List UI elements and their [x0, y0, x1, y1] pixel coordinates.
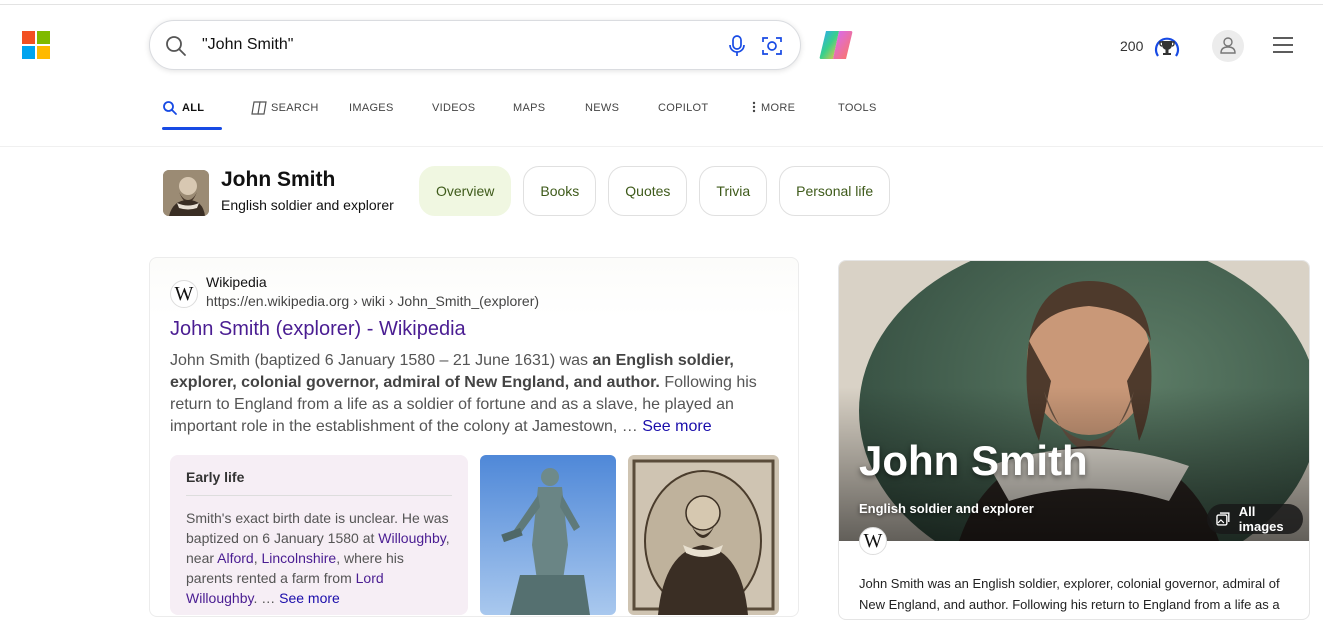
- source-url[interactable]: https://en.wikipedia.org › wiki › John_S…: [206, 293, 539, 309]
- see-more-link[interactable]: See more: [642, 418, 711, 435]
- knowledge-panel-description: English soldier and explorer: [859, 501, 1034, 516]
- tab-copilot[interactable]: COPILOT: [658, 94, 728, 130]
- entity-name: John Smith: [221, 168, 336, 191]
- early-life-text: Smith's exact birth date is unclear. He …: [186, 508, 452, 608]
- engraving-portrait-image[interactable]: [628, 455, 779, 615]
- early-life-segment: ,: [253, 550, 262, 566]
- tab-label: NEWS: [585, 102, 620, 114]
- pill-quotes[interactable]: Quotes: [608, 166, 688, 216]
- hamburger-menu-icon[interactable]: [1272, 36, 1294, 54]
- more-vertical-icon: [752, 101, 756, 113]
- knowledge-panel: John Smith English soldier and explorer …: [838, 260, 1310, 620]
- tab-maps[interactable]: MAPS: [513, 94, 562, 130]
- entity-thumbnail[interactable]: [163, 170, 209, 216]
- all-images-button[interactable]: All images: [1207, 504, 1303, 534]
- tab-more[interactable]: MORE: [751, 94, 815, 130]
- microsoft-logo-icon[interactable]: [22, 31, 50, 59]
- images-icon: [1216, 512, 1230, 526]
- tab-news[interactable]: NEWS: [585, 94, 635, 130]
- search-icon: [163, 101, 177, 115]
- nav-divider: [0, 146, 1323, 147]
- tab-search[interactable]: SEARCH: [251, 94, 328, 130]
- visual-search-icon[interactable]: [760, 34, 784, 58]
- tab-label: SEARCH: [271, 102, 319, 114]
- result-title-link[interactable]: John Smith (explorer) - Wikipedia: [170, 318, 466, 341]
- wikipedia-result-card: W Wikipedia https://en.wikipedia.org › w…: [149, 257, 799, 617]
- lincolnshire-link[interactable]: Lincolnshire: [262, 550, 337, 566]
- early-life-title: Early life: [186, 469, 452, 496]
- result-snippet: John Smith (baptized 6 January 1580 – 21…: [170, 350, 770, 438]
- tab-all[interactable]: ALL: [162, 94, 222, 130]
- pill-personal-life[interactable]: Personal life: [779, 166, 891, 216]
- all-images-label: All images: [1238, 504, 1284, 534]
- knowledge-panel-text: John Smith was an English soldier, explo…: [859, 576, 1280, 612]
- source-name[interactable]: Wikipedia: [206, 274, 267, 290]
- microphone-icon[interactable]: [726, 34, 748, 58]
- wikipedia-icon[interactable]: W: [170, 280, 198, 308]
- entity-description: English soldier and explorer: [221, 197, 394, 213]
- tab-label: IMAGES: [349, 102, 394, 114]
- snippet-text: John Smith (baptized 6 January 1580 – 21…: [170, 352, 593, 369]
- early-life-card[interactable]: Early life Smith's exact birth date is u…: [170, 455, 468, 615]
- tab-label: ALL: [182, 102, 205, 114]
- tab-label: MAPS: [513, 102, 546, 114]
- entity-pills: Overview Books Quotes Trivia Personal li…: [419, 166, 891, 216]
- search-input[interactable]: "John Smith": [202, 36, 293, 54]
- search-icon[interactable]: [164, 34, 188, 58]
- copilot-search-icon: [251, 101, 267, 115]
- pill-trivia[interactable]: Trivia: [699, 166, 768, 216]
- alford-link[interactable]: Alford: [217, 550, 254, 566]
- top-divider: [0, 4, 1323, 5]
- knowledge-panel-name: John Smith: [859, 437, 1088, 484]
- rewards-points[interactable]: 200: [1120, 38, 1143, 54]
- search-tabs: ALL SEARCH IMAGES VIDEOS MAPS NEWS COPIL…: [162, 94, 888, 130]
- tab-label: MORE: [761, 102, 796, 114]
- rewards-trophy-icon[interactable]: [1153, 32, 1181, 60]
- tab-videos[interactable]: VIDEOS: [432, 94, 490, 130]
- account-avatar-icon[interactable]: [1212, 30, 1244, 62]
- wikipedia-icon[interactable]: W: [859, 527, 887, 555]
- tab-label: COPILOT: [658, 102, 709, 114]
- copilot-icon[interactable]: [817, 27, 855, 63]
- pill-books[interactable]: Books: [523, 166, 597, 216]
- search-box[interactable]: "John Smith": [149, 20, 801, 70]
- tab-label: VIDEOS: [432, 102, 476, 114]
- knowledge-panel-hero-image[interactable]: [839, 261, 1309, 586]
- pill-overview[interactable]: Overview: [419, 166, 512, 216]
- tab-label: TOOLS: [838, 102, 877, 114]
- willoughby-link[interactable]: Willoughby: [378, 530, 445, 546]
- statue-image[interactable]: [480, 455, 616, 615]
- tab-tools[interactable]: TOOLS: [838, 94, 888, 130]
- tab-images[interactable]: IMAGES: [349, 94, 409, 130]
